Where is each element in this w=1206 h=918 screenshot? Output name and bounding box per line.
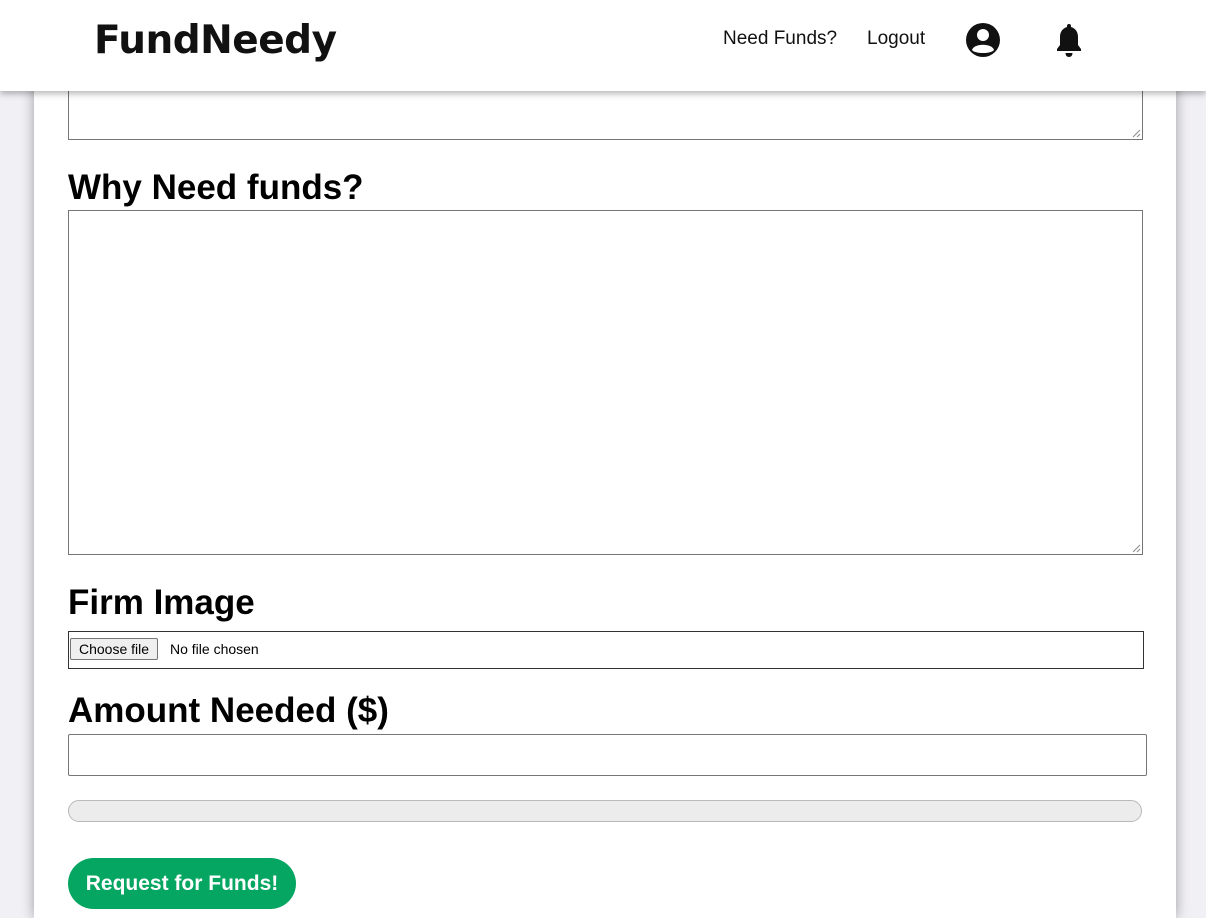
nav-link-need-funds[interactable]: Need Funds?: [723, 28, 837, 50]
request-funds-button[interactable]: Request for Funds!: [68, 858, 296, 909]
why-need-funds-label: Why Need funds?: [68, 168, 364, 207]
choose-file-button[interactable]: Choose file: [70, 638, 159, 660]
nav-link-logout[interactable]: Logout: [867, 28, 925, 50]
firm-image-label: Firm Image: [68, 583, 255, 622]
brand-logo[interactable]: FundNeedy: [94, 18, 337, 63]
user-circle-icon[interactable]: [963, 20, 1003, 60]
resize-grip-icon[interactable]: [1132, 129, 1141, 138]
amount-needed-label: Amount Needed ($): [68, 691, 389, 730]
upload-progress-bar: [68, 800, 1142, 822]
bell-icon[interactable]: [1049, 20, 1089, 60]
why-need-funds-textarea[interactable]: [68, 210, 1143, 555]
amount-input[interactable]: [68, 734, 1147, 776]
firm-image-file-input[interactable]: Choose file No file chosen: [68, 631, 1144, 669]
file-status-text: No file chosen: [170, 641, 259, 657]
resize-grip-icon[interactable]: [1132, 544, 1141, 553]
navbar: FundNeedy Need Funds? Logout: [0, 0, 1206, 91]
